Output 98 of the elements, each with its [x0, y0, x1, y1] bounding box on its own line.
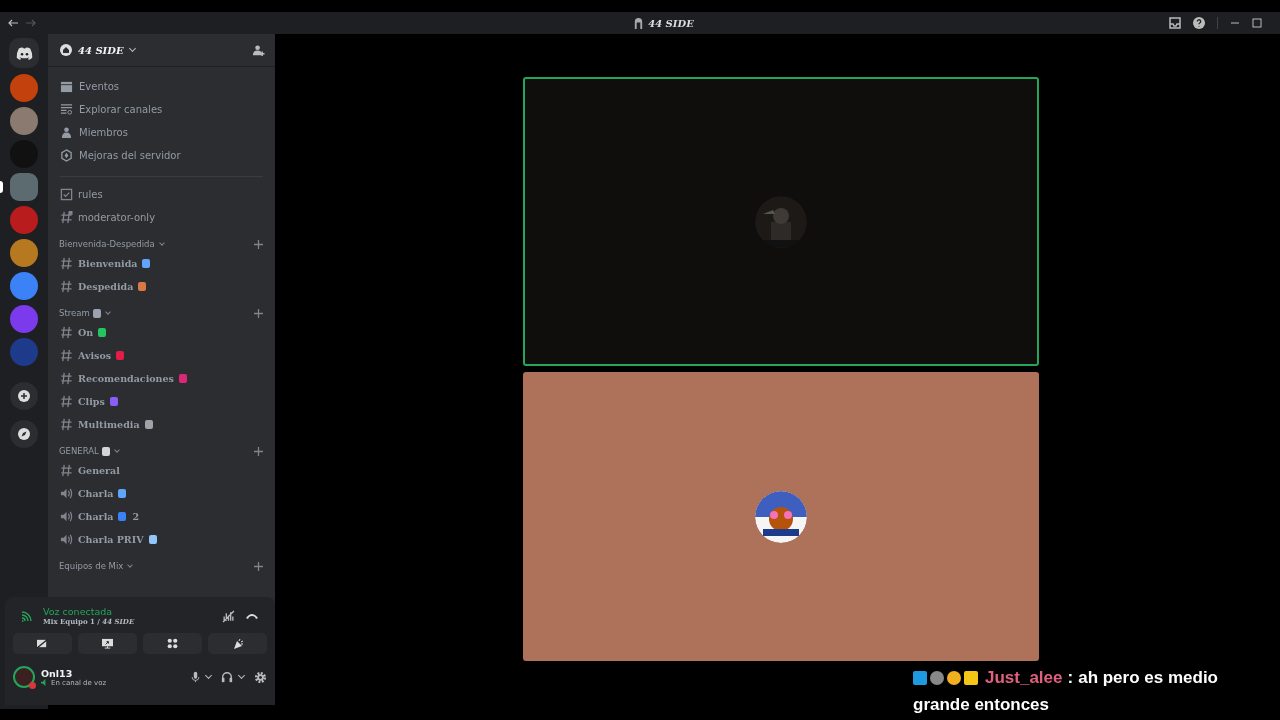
selected-indicator	[0, 181, 3, 193]
camera-off-icon	[36, 638, 49, 649]
home-button[interactable]	[9, 38, 39, 68]
menu-item[interactable]: Explorar canales	[48, 98, 275, 121]
noise-suppression-icon[interactable]	[222, 609, 235, 623]
coin-badge-icon	[947, 670, 961, 685]
locked-hashtag-icon	[60, 211, 73, 224]
help-icon[interactable]	[1193, 17, 1205, 29]
menu-item[interactable]: Miembros	[48, 121, 275, 144]
add-channel-icon	[254, 446, 263, 456]
hammer-badge-icon	[913, 670, 927, 685]
menu-item[interactable]: Eventos	[48, 75, 275, 98]
add-server-button[interactable]	[10, 382, 38, 410]
server-badge-icon	[60, 44, 72, 56]
category-header[interactable]: GENERAL	[48, 443, 275, 459]
chat-text: ah pero es medio	[1078, 667, 1218, 689]
server-icon[interactable]	[10, 305, 38, 333]
category-name: GENERAL	[59, 446, 99, 456]
controller-logo-icon	[15, 46, 33, 60]
category-name: Bienvenida-Despedida	[59, 239, 155, 249]
screen-share-icon	[101, 638, 114, 649]
hashtag-icon	[60, 372, 73, 385]
category-header[interactable]: Equipos de Mix	[48, 558, 275, 574]
back-icon[interactable]	[8, 19, 18, 27]
channel-item[interactable]: Multimedia	[48, 413, 275, 436]
channel-item[interactable]: Recomendaciones	[48, 367, 275, 390]
boost-icon	[60, 149, 73, 162]
chat-username: Just_alee	[985, 667, 1063, 689]
channel-item[interactable]: moderator-only	[48, 206, 275, 229]
user-avatar[interactable]	[13, 666, 35, 688]
voice-status: Voz conectada	[43, 606, 114, 617]
video-tile[interactable]	[522, 372, 1039, 661]
speaker-icon	[60, 533, 73, 546]
signal-icon	[21, 610, 33, 622]
soundboard-button[interactable]	[208, 633, 267, 654]
hashtag-icon	[60, 349, 73, 362]
channel-item[interactable]: On	[48, 321, 275, 344]
hashtag-icon	[60, 257, 73, 270]
category-name: Equipos de Mix	[59, 561, 124, 571]
category-header[interactable]: Stream	[48, 305, 275, 321]
add-channel-icon	[254, 239, 263, 249]
server-icon[interactable]	[10, 173, 38, 201]
channel-item[interactable]: Charla	[48, 482, 275, 505]
channel-item[interactable]: Bienvenida	[48, 252, 275, 275]
video-tile[interactable]	[522, 77, 1039, 366]
explore-button[interactable]	[10, 420, 38, 448]
speaker-icon	[60, 487, 73, 500]
screen-share-button[interactable]	[78, 633, 137, 654]
add-member-icon[interactable]	[252, 43, 265, 57]
server-icon[interactable]	[10, 74, 38, 102]
server-icon	[633, 16, 645, 30]
channel-item[interactable]: Charla PRIV	[48, 528, 275, 551]
server-name: 44 SIDE	[78, 44, 124, 56]
maximize-icon[interactable]	[1252, 18, 1262, 28]
activities-button[interactable]	[143, 633, 202, 654]
channel-item[interactable]: Avisos	[48, 344, 275, 367]
plus-icon	[18, 390, 30, 402]
calendar-icon	[60, 80, 73, 93]
chat-separator: :	[1067, 667, 1074, 689]
channel-item[interactable]: Charla 2	[48, 505, 275, 528]
username: Onl13	[41, 667, 74, 679]
add-channel-icon	[254, 561, 263, 571]
microphone-icon[interactable]	[191, 671, 200, 683]
menu-item[interactable]: Mejoras del servidor	[48, 144, 275, 167]
rules-icon	[60, 188, 73, 201]
server-icon[interactable]	[10, 206, 38, 234]
hashtag-icon	[60, 280, 73, 293]
hashtag-icon	[60, 418, 73, 431]
list-search-icon	[60, 103, 73, 116]
party-popper-icon	[231, 637, 244, 650]
server-icon[interactable]	[10, 272, 38, 300]
category-header[interactable]: Bienvenida-Despedida	[48, 236, 275, 252]
speaker-icon	[41, 679, 48, 686]
window-title: 44 SIDE	[648, 17, 694, 29]
crown-badge-icon	[964, 670, 978, 685]
headphones-icon[interactable]	[221, 671, 233, 683]
disconnect-icon[interactable]	[245, 612, 259, 620]
emote-badge-icon	[930, 670, 944, 685]
server-icon[interactable]	[10, 239, 38, 267]
category-name: Stream	[59, 308, 90, 318]
activities-icon	[167, 638, 178, 649]
channel-item[interactable]: rules	[48, 183, 275, 206]
chat-text: grande entonces	[913, 694, 1050, 716]
inbox-icon[interactable]	[1169, 17, 1181, 29]
settings-icon[interactable]	[254, 670, 267, 684]
members-icon	[60, 126, 73, 139]
hashtag-icon	[60, 395, 73, 408]
add-channel-icon	[254, 308, 263, 318]
hashtag-icon	[60, 326, 73, 339]
compass-icon	[18, 428, 30, 440]
channel-item[interactable]: Clips	[48, 390, 275, 413]
channel-item[interactable]: Despedida	[48, 275, 275, 298]
channel-item[interactable]: General	[48, 459, 275, 482]
camera-button[interactable]	[13, 633, 72, 654]
speaker-icon	[60, 510, 73, 523]
server-header[interactable]: 44 SIDE	[48, 34, 275, 67]
hashtag-icon	[60, 464, 73, 477]
server-icon[interactable]	[10, 107, 38, 135]
